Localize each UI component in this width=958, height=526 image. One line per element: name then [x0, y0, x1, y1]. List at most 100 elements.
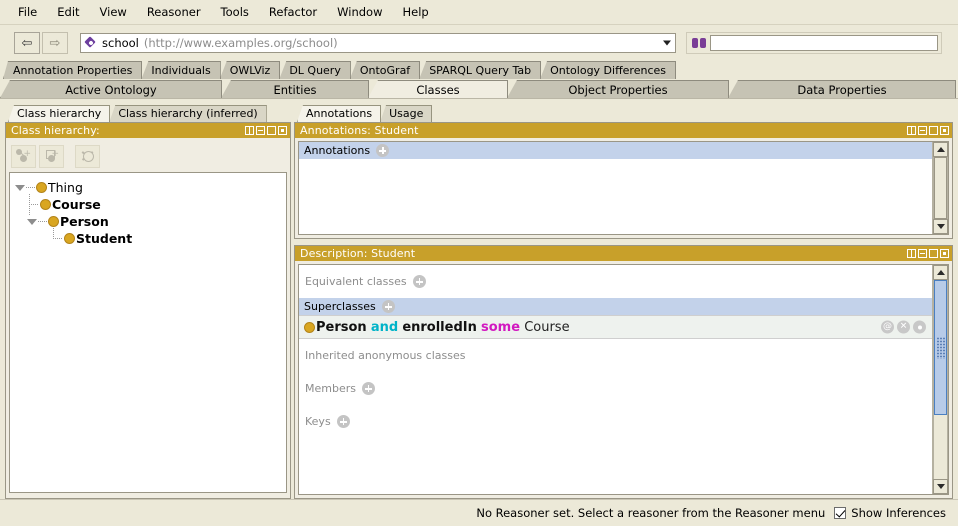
- tab-dl-query[interactable]: DL Query: [279, 61, 351, 79]
- class-hierarchy-toolbar: + +: [8, 140, 288, 172]
- delete-icon[interactable]: ✕: [897, 320, 910, 334]
- close-icon[interactable]: [278, 126, 287, 135]
- class-hierarchy-title: Class hierarchy:: [11, 124, 100, 137]
- maximize-icon[interactable]: [267, 126, 276, 135]
- scroll-up-button[interactable]: [933, 265, 948, 280]
- close-icon[interactable]: [940, 126, 949, 135]
- panel-controls: [245, 126, 287, 135]
- chevron-down-icon[interactable]: [663, 40, 671, 46]
- tree-node-person[interactable]: Person: [14, 213, 282, 230]
- tab-entities[interactable]: Entities: [221, 80, 369, 98]
- tab-usage[interactable]: Usage: [380, 105, 433, 122]
- tab-annotations[interactable]: Annotations: [297, 105, 382, 122]
- add-sibling-class-button[interactable]: +: [39, 144, 64, 168]
- tree-node-label: Course: [52, 197, 101, 212]
- inherited-anonymous-classes-row: Inherited anonymous classes: [299, 339, 932, 372]
- menu-bar: File Edit View Reasoner Tools Refactor W…: [0, 0, 958, 25]
- add-equivalent-class-button[interactable]: [412, 275, 426, 288]
- menu-item-reasoner[interactable]: Reasoner: [137, 2, 211, 22]
- ontology-uri-combobox[interactable]: school (http://www.examples.org/school): [80, 33, 676, 53]
- scroll-thumb-grip: [936, 336, 945, 359]
- tab-individuals[interactable]: Individuals: [141, 61, 221, 79]
- menu-item-window[interactable]: Window: [327, 2, 392, 22]
- maximize-icon[interactable]: [929, 126, 938, 135]
- tab-object-properties[interactable]: Object Properties: [507, 80, 729, 98]
- add-annotation-button[interactable]: [376, 144, 390, 157]
- delete-class-icon: [80, 149, 95, 163]
- scroll-down-button[interactable]: [933, 219, 948, 234]
- menu-item-edit[interactable]: Edit: [47, 2, 89, 22]
- tree-node-course[interactable]: Course: [14, 194, 282, 215]
- scroll-track[interactable]: [933, 280, 948, 479]
- tree-node-thing[interactable]: Thing: [14, 179, 282, 196]
- panel-controls: [907, 249, 949, 258]
- menu-item-refactor[interactable]: Refactor: [259, 2, 327, 22]
- add-key-button[interactable]: [336, 415, 350, 428]
- minimize-icon[interactable]: [256, 126, 265, 135]
- scroll-down-button[interactable]: [933, 479, 948, 494]
- tree-node-label: Thing: [48, 180, 83, 195]
- annotate-icon[interactable]: @: [881, 320, 894, 334]
- tab-class-hierarchy[interactable]: Class hierarchy: [8, 105, 111, 122]
- superclass-expression: Person and enrolledIn some Course: [316, 320, 570, 335]
- tree-node-student[interactable]: Student: [14, 228, 282, 247]
- tab-annotation-properties[interactable]: Annotation Properties: [3, 61, 143, 79]
- annotations-section-header: Annotations: [299, 142, 932, 159]
- maximize-icon[interactable]: [929, 249, 938, 258]
- equivalent-classes-row: Equivalent classes: [299, 265, 932, 298]
- details-column: Annotations Usage Annotations: Student A…: [294, 104, 953, 499]
- forward-button[interactable]: ⇨: [42, 32, 68, 54]
- add-member-button[interactable]: [361, 382, 375, 395]
- inherited-anonymous-classes-label: Inherited anonymous classes: [305, 349, 466, 362]
- edit-icon[interactable]: [913, 320, 926, 334]
- tab-data-properties[interactable]: Data Properties: [728, 80, 956, 98]
- expand-collapse-icon[interactable]: [14, 179, 26, 196]
- keys-row: Keys: [299, 405, 932, 438]
- tab-active-ontology[interactable]: Active Ontology: [0, 80, 222, 98]
- expand-collapse-icon[interactable]: [26, 213, 38, 230]
- scroll-thumb[interactable]: [934, 157, 947, 219]
- menu-item-tools[interactable]: Tools: [211, 2, 259, 22]
- add-subclass-icon: +: [16, 149, 31, 163]
- annotations-title: Annotations: Student: [300, 124, 419, 137]
- superclass-expression-row[interactable]: Person and enrolledIn some Course @ ✕: [299, 315, 932, 339]
- scroll-track[interactable]: [933, 157, 948, 219]
- delete-class-button[interactable]: [75, 144, 100, 168]
- tab-sparql-query[interactable]: SPARQL Query Tab: [419, 61, 542, 79]
- search-area: [686, 32, 942, 54]
- show-inferences-checkbox[interactable]: [834, 507, 847, 519]
- split-view-icon[interactable]: [907, 249, 916, 258]
- tab-ontology-differences[interactable]: Ontology Differences: [540, 61, 676, 79]
- ontology-uri: (http://www.examples.org/school): [143, 36, 338, 50]
- back-button[interactable]: ⇦: [14, 32, 40, 54]
- split-view-icon[interactable]: [245, 126, 254, 135]
- annotations-empty-list[interactable]: [299, 159, 932, 234]
- tab-ontograf[interactable]: OntoGraf: [349, 61, 421, 79]
- class-tree[interactable]: Thing Course Person Student: [9, 172, 287, 493]
- class-hierarchy-column: Class hierarchy Class hierarchy (inferre…: [5, 104, 291, 499]
- toolbar: ⇦ ⇨ school (http://www.examples.org/scho…: [0, 25, 958, 60]
- scroll-up-button[interactable]: [933, 142, 948, 157]
- tab-class-hierarchy-inferred[interactable]: Class hierarchy (inferred): [109, 105, 267, 122]
- minimize-icon[interactable]: [918, 126, 927, 135]
- menu-item-file[interactable]: File: [8, 2, 47, 22]
- class-hierarchy-body: + + Thing Course Person Student: [6, 138, 290, 498]
- tab-owlviz[interactable]: OWLViz: [219, 61, 281, 79]
- annotations-scrollbar[interactable]: [932, 142, 948, 234]
- show-inferences-control[interactable]: Show Inferences: [834, 506, 946, 520]
- search-input[interactable]: [710, 35, 938, 51]
- add-superclass-button[interactable]: [381, 300, 395, 313]
- menu-item-view[interactable]: View: [90, 2, 137, 22]
- minimize-icon[interactable]: [918, 249, 927, 258]
- description-scrollbar[interactable]: [932, 265, 948, 494]
- annotations-content: Annotations: [299, 142, 932, 234]
- tree-node-label: Student: [76, 231, 133, 246]
- panel-controls: [907, 126, 949, 135]
- menu-item-help[interactable]: Help: [392, 2, 438, 22]
- add-subclass-button[interactable]: +: [11, 144, 36, 168]
- scroll-thumb[interactable]: [934, 280, 947, 416]
- tab-classes[interactable]: Classes: [368, 80, 508, 98]
- split-view-icon[interactable]: [907, 126, 916, 135]
- primary-tab-row: Active Ontology Entities Classes Object …: [0, 79, 958, 99]
- close-icon[interactable]: [940, 249, 949, 258]
